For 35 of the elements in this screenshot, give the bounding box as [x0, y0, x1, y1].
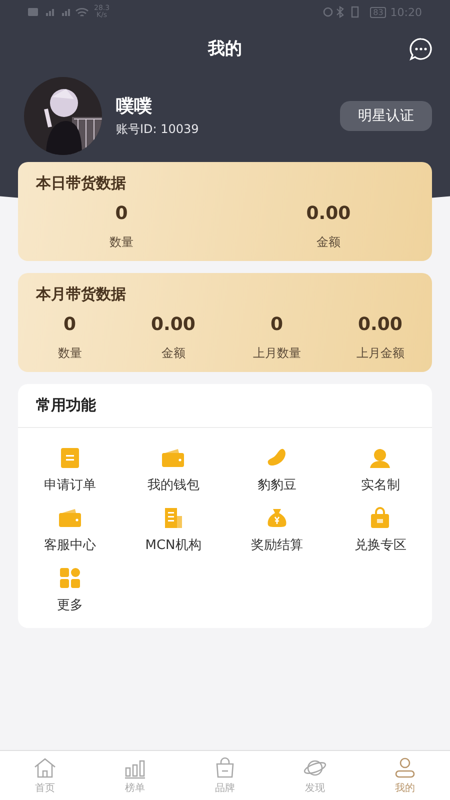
message-button[interactable]	[409, 37, 433, 61]
function-item[interactable]: MCN机构	[122, 506, 225, 554]
stat-label: 上月金额	[356, 345, 404, 362]
more-apps-icon	[58, 566, 82, 590]
function-item[interactable]: 豹豹豆	[225, 446, 328, 494]
wallet-icon	[161, 446, 186, 470]
function-item[interactable]: 申请订单	[18, 446, 122, 494]
wallet-icon	[58, 506, 82, 530]
verify-button[interactable]: 明星认证	[340, 101, 432, 131]
card-title: 本月带货数据	[34, 285, 127, 304]
stat-value: 0.00	[358, 314, 402, 335]
stat-label: 上月数量	[252, 345, 301, 362]
stat-value: 0.00	[151, 314, 196, 335]
user-icon	[393, 756, 417, 778]
user-name: 噗噗	[116, 95, 153, 118]
signal-icon	[28, 6, 90, 18]
stat-value: 0	[115, 203, 128, 224]
function-item[interactable]: 我的钱包	[122, 446, 225, 494]
account-id: 账号ID: 10039	[116, 121, 200, 138]
stat-value: 0	[270, 314, 284, 335]
function-item[interactable]: 更多	[18, 566, 122, 614]
function-item[interactable]: 奖励结算	[225, 506, 328, 554]
stat-label: 数量	[110, 234, 134, 251]
stat-label: 金额	[161, 345, 186, 362]
function-item[interactable]: 兑换专区	[328, 506, 432, 554]
stat-value: 0.00	[306, 203, 351, 224]
stat-label: 金额	[316, 234, 340, 251]
function-item[interactable]: 客服中心	[18, 506, 122, 554]
page-title: 我的	[208, 38, 242, 60]
home-icon	[33, 756, 57, 778]
function-item[interactable]: 实名制	[328, 446, 432, 494]
card-title: 本日带货数据	[34, 174, 127, 193]
stat-value: 0	[63, 314, 76, 335]
section-title: 常用功能	[36, 396, 96, 415]
stat-label: 数量	[58, 345, 82, 362]
